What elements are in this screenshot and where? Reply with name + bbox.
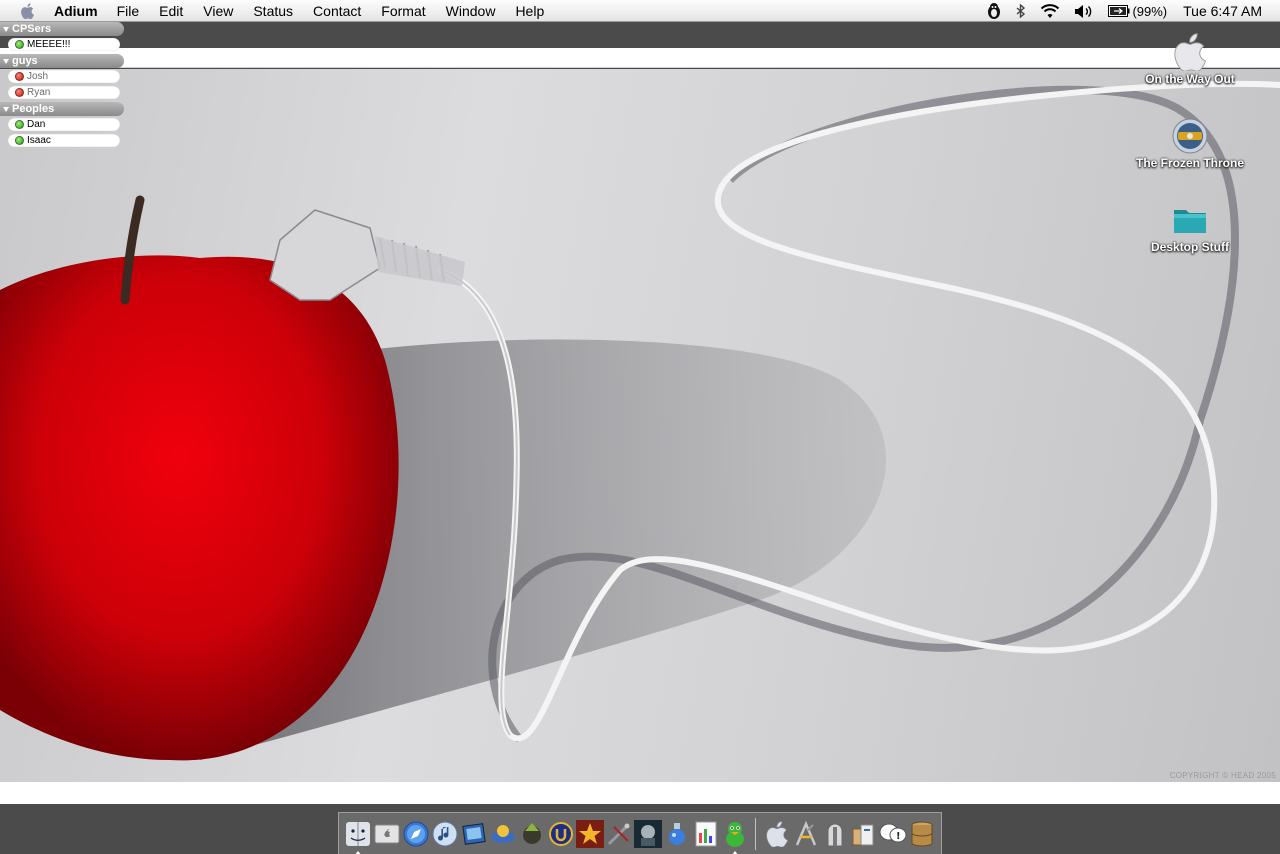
teal-folder-icon [1170,200,1210,240]
battery-percentage[interactable]: (99%) [1132,4,1183,19]
menu-contact[interactable]: Contact [303,0,371,22]
top-white-strip [0,48,1280,68]
dock-applications-icon[interactable] [791,819,820,848]
contact-row[interactable]: Josh [8,70,120,83]
dock-document-icon[interactable] [691,819,720,848]
dock-mac-icon[interactable] [372,819,401,848]
desktop-icon-label: The Frozen Throne [1136,156,1244,170]
dock-trash-icon[interactable] [907,819,936,848]
adium-contact-list: CPSers MEEEE!!! guys Josh Ryan Peoples D… [0,22,124,150]
menu-bar: Adium File Edit View Status Contact Form… [0,0,1280,22]
status-available-icon [15,120,24,129]
contact-row[interactable]: Isaac [8,134,120,147]
dock-archive-icon[interactable] [820,819,849,848]
menu-extras: (99%) Tue 6:47 AM [979,0,1280,22]
dock-separator [755,817,756,850]
adium-duck-status-icon[interactable] [979,0,1009,22]
dock-warcraft-icon[interactable] [633,819,662,848]
status-away-icon [15,72,24,81]
top-dark-band [0,22,1280,48]
apple-menu[interactable] [0,0,54,22]
disclosure-triangle-icon [3,26,9,32]
dock-game-icon-1[interactable] [488,819,517,848]
svg-text:!: ! [896,831,901,842]
menu-window[interactable]: Window [436,0,506,22]
desktop-icon-on-the-way-out[interactable]: On the Way Out [1125,32,1255,86]
status-available-icon [15,40,24,49]
group-header-cpsers[interactable]: CPSers [0,22,124,36]
bluetooth-icon[interactable] [1009,0,1033,22]
desktop-icon-frozen-throne[interactable]: The Frozen Throne [1125,116,1255,170]
volume-icon[interactable] [1067,0,1101,22]
contact-name: MEEEE!!! [27,39,71,50]
menu-edit[interactable]: Edit [149,0,193,22]
dock-unreal-icon[interactable] [546,819,575,848]
menu-format[interactable]: Format [371,0,435,22]
wifi-icon[interactable] [1033,0,1067,22]
bottom-white-strip [0,782,1280,804]
contact-row[interactable]: Dan [8,118,120,131]
dock-documents-icon[interactable] [849,819,878,848]
dock-apple-folder-icon[interactable] [762,819,791,848]
warcraft-cd-icon [1170,116,1210,156]
apple-cable-artwork [0,80,1280,761]
dock-iphoto-icon[interactable] [459,819,488,848]
menu-status[interactable]: Status [243,0,303,22]
desktop-icon-label: On the Way Out [1145,72,1235,86]
desktop-icon-label: Desktop Stuff [1151,240,1229,254]
wallpaper-copyright: COPYRIGHT © HEAD 2005 [1169,771,1276,780]
dock-game-icon-2[interactable] [517,819,546,848]
desktop-icon-desktop-stuff[interactable]: Desktop Stuff [1125,200,1255,254]
dock-safari-icon[interactable] [401,819,430,848]
contact-name: Ryan [27,87,51,98]
menu-help[interactable]: Help [505,0,554,22]
status-away-icon [15,88,24,97]
disclosure-triangle-icon [3,58,9,64]
contact-row[interactable]: Ryan [8,86,120,99]
disclosure-triangle-icon [3,106,9,112]
group-header-guys[interactable]: guys [0,54,124,68]
menu-file[interactable]: File [107,0,150,22]
dock-adium-duck-icon[interactable] [720,819,749,854]
contact-row[interactable]: MEEEE!!! [8,38,120,51]
group-header-peoples[interactable]: Peoples [0,102,124,116]
dock-weapon-game-icon[interactable] [604,819,633,848]
menu-clock[interactable]: Tue 6:47 AM [1183,3,1280,19]
contact-name: Dan [27,119,46,130]
dock-potion-icon[interactable] [662,819,691,848]
contact-name: Josh [27,71,49,82]
contact-name: Isaac [27,135,51,146]
apple-disk-icon [1170,32,1210,72]
dock: ! [338,812,942,854]
status-available-icon [15,136,24,145]
dock-ichat-icon[interactable]: ! [878,819,907,848]
dock-star-game-icon[interactable] [575,819,604,848]
dock-finder-icon[interactable] [343,819,372,854]
dock-itunes-icon[interactable] [430,819,459,848]
battery-icon[interactable] [1101,0,1132,22]
apple-logo-icon [20,2,34,19]
desktop-wallpaper: COPYRIGHT © HEAD 2005 [0,69,1280,782]
app-menu-adium[interactable]: Adium [54,3,107,19]
menu-view[interactable]: View [193,0,243,22]
